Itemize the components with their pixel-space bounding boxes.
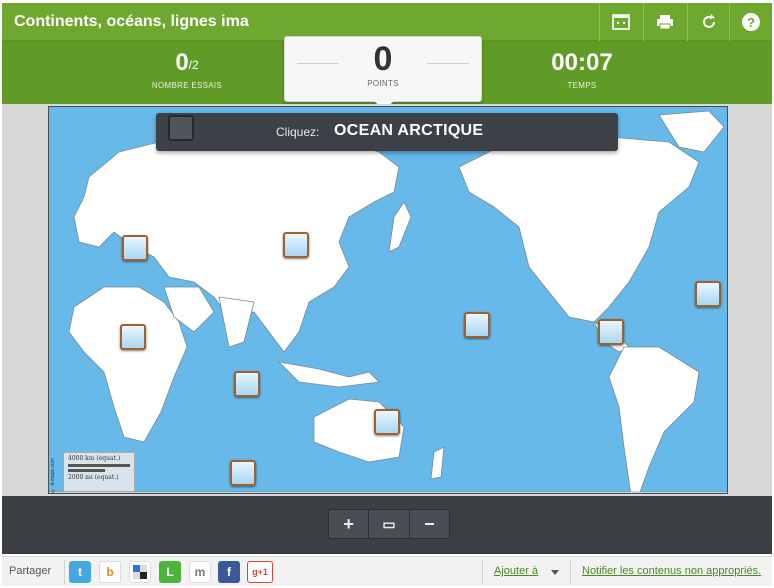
scale-mi: 2000 mi (equat.) [68, 474, 119, 481]
map-credit: © d-maps.com [50, 458, 56, 493]
twitter-icon[interactable]: t [69, 561, 91, 583]
landmass-japan [388, 201, 412, 253]
chevron-down-icon[interactable] [548, 562, 564, 582]
answer-marker[interactable] [695, 281, 721, 307]
divider [570, 560, 571, 584]
scale-km: 4000 km (equat.) [68, 455, 121, 462]
prompt-checkbox [168, 115, 194, 141]
zoom-controls: + ▭ − [328, 509, 450, 539]
report-link[interactable]: Notifier les contenus non appropriés. [582, 565, 761, 577]
delicious-glyph [133, 565, 147, 579]
help-icon: ? [742, 13, 760, 31]
answer-marker[interactable] [122, 235, 148, 261]
attempts-stat: 0/2 NOMBRE ESSAIS [132, 49, 242, 90]
zoom-bar: + ▭ − [2, 496, 772, 554]
facebook-icon[interactable]: f [218, 561, 240, 583]
add-to-link[interactable]: Ajouter à [494, 565, 538, 577]
landmass-new-zealand [430, 446, 445, 480]
attempts-value: 0 [175, 49, 189, 76]
answer-marker[interactable] [374, 409, 400, 435]
attempts-total: /2 [188, 58, 199, 72]
restart-icon [703, 14, 715, 28]
answer-marker[interactable] [283, 232, 309, 258]
question-prompt: Cliquez: OCEAN ARCTIQUE [156, 113, 618, 151]
google-plus-icon[interactable]: g+1 [247, 561, 273, 583]
landmass-antarctica [49, 491, 727, 493]
live-icon[interactable]: L [159, 561, 181, 583]
zoom-in-button[interactable]: + [329, 510, 370, 538]
points-card: 0 POINTS [284, 36, 482, 110]
time-stat: 00:07 TEMPS [527, 49, 637, 90]
game-stage: 4000 km (equat.) 2000 mi (equat.) © d-ma… [2, 104, 772, 496]
landmass-india [218, 296, 255, 348]
answer-marker[interactable] [598, 319, 624, 345]
prompt-target: OCEAN ARCTIQUE [334, 122, 484, 139]
blogger-icon[interactable]: b [99, 561, 121, 583]
delicious-icon[interactable] [129, 561, 151, 583]
landmass-africa [68, 286, 188, 443]
divider [427, 63, 469, 64]
print-button[interactable] [643, 3, 686, 41]
world-map-graphic [49, 110, 727, 493]
fullscreen-icon [612, 14, 630, 30]
print-icon [657, 15, 673, 30]
myspace-icon[interactable]: m [189, 561, 211, 583]
divider [297, 63, 339, 64]
points-value: 0 [373, 40, 393, 78]
points-label: POINTS [367, 79, 399, 88]
landmass-north-america [458, 136, 700, 323]
prompt-label: Cliquez: [276, 125, 320, 139]
answer-marker[interactable] [230, 460, 256, 486]
share-bar: Partager t b L m f g+1 Ajouter à Notifie… [2, 556, 772, 586]
scale-bar [68, 469, 106, 472]
restart-button[interactable] [687, 3, 730, 41]
share-label: Partager [9, 565, 52, 577]
answer-marker[interactable] [120, 324, 146, 350]
divider [64, 560, 65, 584]
landmass-south-america [608, 346, 700, 493]
zoom-reset-button[interactable]: ▭ [369, 510, 410, 538]
answer-marker[interactable] [234, 371, 260, 397]
svg-text:?: ? [747, 15, 755, 30]
answer-marker[interactable] [464, 312, 490, 338]
help-button[interactable]: ? [729, 3, 772, 41]
landmass-indonesia [277, 361, 380, 388]
fullscreen-button[interactable] [599, 3, 642, 41]
divider [482, 560, 483, 584]
time-value: 00:07 [551, 49, 613, 76]
attempts-label: NOMBRE ESSAIS [151, 81, 223, 90]
time-label: TEMPS [567, 81, 597, 90]
page-title: Continents, océans, lignes ima [14, 13, 249, 30]
zoom-out-button[interactable]: − [410, 510, 449, 538]
scale-legend: 4000 km (equat.) 2000 mi (equat.) [63, 452, 135, 492]
scale-bar [68, 464, 130, 467]
world-map[interactable]: 4000 km (equat.) 2000 mi (equat.) © d-ma… [48, 106, 728, 494]
